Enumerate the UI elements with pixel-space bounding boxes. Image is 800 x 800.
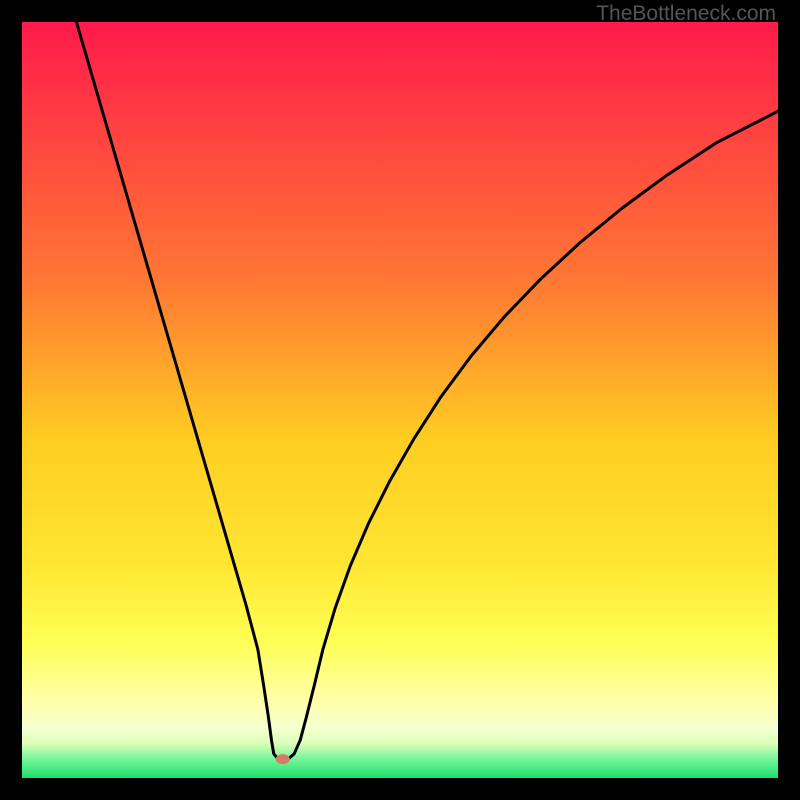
- chart-frame: [22, 22, 778, 778]
- gradient-background: [22, 22, 778, 778]
- optimum-marker: [276, 754, 290, 764]
- attribution-text: TheBottleneck.com: [596, 2, 776, 26]
- bottleneck-chart: [22, 22, 778, 778]
